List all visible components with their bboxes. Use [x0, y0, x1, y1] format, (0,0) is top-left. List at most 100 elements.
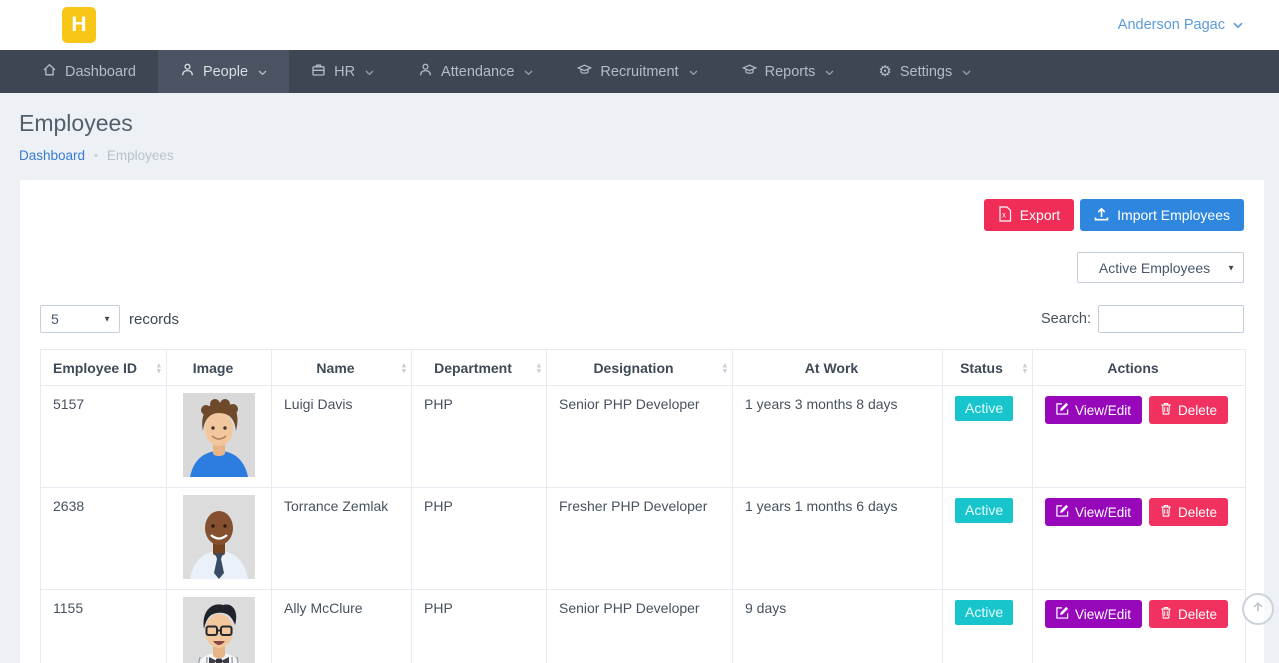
- upload-icon: [1094, 207, 1109, 224]
- table-controls: 5 ▼ records Search:: [40, 305, 1244, 333]
- sort-icon: ▴▾: [402, 361, 406, 374]
- nav-item-dashboard[interactable]: Dashboard: [20, 50, 158, 93]
- cell-status: Active: [943, 488, 1033, 590]
- nav-item-attendance[interactable]: Attendance: [396, 50, 555, 93]
- cell-at-work: 1 years 1 months 6 days: [733, 488, 943, 590]
- search-label: Search:: [1041, 311, 1091, 327]
- graduation-cap-icon: [577, 62, 592, 81]
- cell-actions: View/Edit Delete: [1033, 488, 1246, 590]
- trash-icon: [1160, 606, 1172, 622]
- cell-designation: Fresher PHP Developer: [547, 488, 733, 590]
- user-name: Anderson Pagac: [1118, 17, 1225, 33]
- breadcrumb-dashboard-link[interactable]: Dashboard: [19, 148, 85, 163]
- nav-item-recruitment[interactable]: Recruitment: [555, 50, 719, 93]
- cell-designation: Senior PHP Developer: [547, 386, 733, 488]
- page-header: Employees Dashboard • Employees: [0, 93, 1279, 163]
- arrow-up-icon: [1251, 600, 1265, 619]
- status-filter-wrap: Active Employees ▼: [1077, 252, 1244, 283]
- home-icon: [42, 62, 57, 81]
- table-header-row: Employee ID ▴▾ Image Name ▴▾ Department …: [41, 350, 1246, 386]
- employees-table: Employee ID ▴▾ Image Name ▴▾ Department …: [40, 349, 1246, 663]
- chevron-down-icon: [1233, 17, 1243, 33]
- search-box: Search:: [1041, 305, 1244, 333]
- status-filter-row: Active Employees ▼: [40, 252, 1244, 283]
- breadcrumb-separator: •: [94, 150, 98, 162]
- records-length-select[interactable]: 5: [40, 305, 120, 333]
- cell-image: [167, 488, 272, 590]
- cell-employee-id: 1155: [41, 590, 167, 663]
- column-header-designation[interactable]: Designation ▴▾: [547, 350, 733, 386]
- sort-icon: ▴▾: [537, 361, 541, 374]
- chevron-down-icon: [825, 64, 834, 80]
- cell-department: PHP: [412, 488, 547, 590]
- delete-button[interactable]: Delete: [1149, 396, 1228, 424]
- edit-icon: [1056, 606, 1069, 622]
- view-edit-button[interactable]: View/Edit: [1045, 498, 1142, 526]
- sort-icon: ▴▾: [723, 361, 727, 374]
- column-header-status[interactable]: Status ▴▾: [943, 350, 1033, 386]
- export-button[interactable]: x Export: [984, 199, 1074, 231]
- column-header-employee-id[interactable]: Employee ID ▴▾: [41, 350, 167, 386]
- person-icon: [180, 62, 195, 81]
- cell-employee-id: 2638: [41, 488, 167, 590]
- chevron-down-icon: [689, 64, 698, 80]
- records-label: records: [129, 311, 179, 328]
- svg-text:x: x: [1002, 210, 1006, 219]
- column-header-at-work[interactable]: At Work: [733, 350, 943, 386]
- employee-photo: [183, 393, 255, 477]
- status-badge: Active: [955, 498, 1013, 523]
- import-employees-button[interactable]: Import Employees: [1080, 199, 1244, 231]
- export-button-label: Export: [1020, 207, 1060, 223]
- nav-item-reports[interactable]: Reports: [720, 50, 857, 93]
- graduation-cap-icon: [742, 62, 757, 81]
- cell-department: PHP: [412, 386, 547, 488]
- status-badge: Active: [955, 396, 1013, 421]
- cell-designation: Senior PHP Developer: [547, 590, 733, 663]
- records-length-wrap: 5 ▼: [40, 305, 120, 333]
- edit-icon: [1056, 504, 1069, 520]
- breadcrumb-current: Employees: [107, 148, 174, 163]
- column-header-image[interactable]: Image: [167, 350, 272, 386]
- top-bar: H Anderson Pagac: [0, 0, 1279, 50]
- trash-icon: [1160, 504, 1172, 520]
- nav-item-label: People: [203, 64, 248, 80]
- delete-button[interactable]: Delete: [1149, 600, 1228, 628]
- view-edit-button[interactable]: View/Edit: [1045, 396, 1142, 424]
- chevron-down-icon: [258, 64, 267, 80]
- nav-item-label: Dashboard: [65, 64, 136, 80]
- nav-item-label: Settings: [900, 64, 952, 80]
- sort-icon: ▴▾: [157, 361, 161, 374]
- cell-name: Torrance Zemlak: [272, 488, 412, 590]
- app-logo[interactable]: H: [62, 7, 96, 43]
- nav-item-label: Recruitment: [600, 64, 678, 80]
- cell-actions: View/Edit Delete: [1033, 590, 1246, 663]
- delete-button[interactable]: Delete: [1149, 498, 1228, 526]
- column-header-name[interactable]: Name ▴▾: [272, 350, 412, 386]
- view-edit-button[interactable]: View/Edit: [1045, 600, 1142, 628]
- nav-item-settings[interactable]: ⚙ Settings: [856, 50, 993, 93]
- employee-photo: [183, 597, 255, 663]
- nav-item-label: Reports: [765, 64, 816, 80]
- user-menu[interactable]: Anderson Pagac: [1118, 17, 1243, 33]
- main-nav: Dashboard People HR Attendance Recruitme…: [0, 50, 1279, 93]
- nav-item-people[interactable]: People: [158, 50, 289, 93]
- page-title: Employees: [19, 110, 1279, 137]
- nav-item-hr[interactable]: HR: [289, 50, 396, 93]
- cell-name: Luigi Davis: [272, 386, 412, 488]
- cell-status: Active: [943, 590, 1033, 663]
- scroll-to-top-button[interactable]: [1242, 593, 1274, 625]
- search-input[interactable]: [1098, 305, 1244, 333]
- cell-at-work: 1 years 3 months 8 days: [733, 386, 943, 488]
- employees-panel: x Export Import Employees Active Employe…: [20, 180, 1264, 663]
- chevron-down-icon: [365, 64, 374, 80]
- cell-image: [167, 386, 272, 488]
- employee-photo: [183, 495, 255, 579]
- status-filter-select[interactable]: Active Employees: [1077, 252, 1244, 283]
- column-header-department[interactable]: Department ▴▾: [412, 350, 547, 386]
- cell-image: [167, 590, 272, 663]
- status-badge: Active: [955, 600, 1013, 625]
- column-header-actions: Actions: [1033, 350, 1246, 386]
- table-row: 2638 Torrance Zemlak PHP Fresher PHP Dev…: [41, 488, 1246, 590]
- chevron-down-icon: [524, 64, 533, 80]
- nav-item-label: HR: [334, 64, 355, 80]
